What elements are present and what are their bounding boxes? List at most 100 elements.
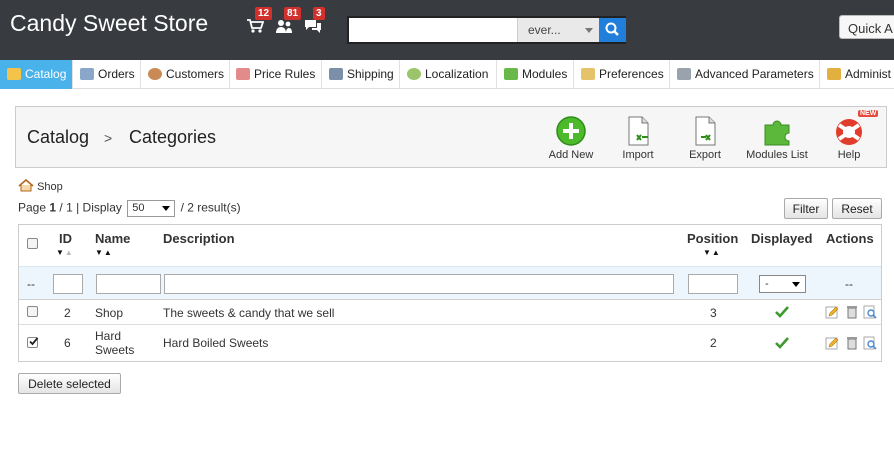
- customers-notification[interactable]: 81: [275, 7, 302, 36]
- export-button[interactable]: Export: [670, 115, 740, 165]
- messages-notification[interactable]: 3: [304, 7, 326, 36]
- nav-localization[interactable]: Localization: [400, 60, 497, 89]
- messages-badge: 3: [313, 7, 325, 20]
- import-label: Import: [622, 149, 654, 161]
- user-icon: [148, 68, 162, 80]
- cart-icon: [247, 19, 264, 33]
- sort-arrows-icon[interactable]: ▼▲: [56, 248, 74, 257]
- filter-row: -- - --: [19, 266, 881, 300]
- help-button[interactable]: NEW Help: [814, 110, 884, 165]
- sort-arrows-icon[interactable]: ▼▲: [95, 248, 113, 257]
- customers-icon: [276, 20, 292, 33]
- breadcrumb-separator: >: [104, 130, 113, 146]
- page-title: Categories: [129, 127, 217, 147]
- search-input[interactable]: [349, 18, 517, 42]
- filter-description-input[interactable]: [164, 274, 674, 294]
- filter-displayed-value: -: [765, 278, 769, 290]
- filter-dash: --: [27, 277, 35, 291]
- add-new-button[interactable]: Add New: [536, 115, 606, 165]
- chevron-down-icon: [162, 206, 171, 211]
- quick-access-button[interactable]: Quick A: [839, 15, 894, 39]
- customers-badge: 81: [284, 7, 302, 20]
- edit-icon[interactable]: [825, 336, 839, 350]
- row-id: 6: [64, 336, 71, 350]
- orders-notification[interactable]: 12: [246, 7, 273, 36]
- column-header-id: ID: [59, 231, 72, 246]
- nav-shipping[interactable]: Shipping: [322, 60, 400, 89]
- column-header-position: Position: [687, 231, 739, 246]
- row-description: The sweets & candy that we sell: [163, 306, 335, 320]
- pager: Page 1 / 1 | Display 50 / 2 result(s): [18, 200, 241, 217]
- edit-icon[interactable]: [825, 305, 839, 319]
- nav-label: Preferences: [599, 67, 664, 81]
- modules-list-button[interactable]: Modules List: [742, 115, 812, 165]
- modules-list-label: Modules List: [746, 149, 808, 161]
- search-button[interactable]: [599, 18, 626, 42]
- cart-icon: [80, 68, 94, 80]
- filter-position-input[interactable]: [688, 274, 738, 294]
- nav-label: Price Rules: [254, 67, 316, 81]
- current-page: 1: [49, 200, 57, 215]
- nav-modules[interactable]: Modules: [497, 60, 574, 89]
- reset-button[interactable]: Reset: [832, 198, 882, 219]
- nav-price-rules[interactable]: Price Rules: [230, 60, 322, 89]
- sort-arrows-icon[interactable]: ▼▲: [703, 248, 721, 257]
- check-icon[interactable]: [775, 305, 789, 319]
- globe-icon: [407, 68, 421, 80]
- nav-advanced-parameters[interactable]: Advanced Parameters: [670, 60, 820, 89]
- export-icon: [695, 116, 716, 146]
- nav-label: Catalog: [25, 67, 67, 81]
- delete-icon[interactable]: [845, 336, 859, 350]
- page-toolbar: Catalog > Categories Add New Import Expo…: [15, 106, 887, 168]
- add-new-label: Add New: [548, 149, 594, 161]
- home-icon: [18, 178, 34, 192]
- chevron-down-icon: [585, 28, 593, 33]
- nav-preferences[interactable]: Preferences: [574, 60, 670, 89]
- delete-selected-button[interactable]: Delete selected: [18, 373, 121, 394]
- filter-displayed-select[interactable]: -: [759, 275, 806, 293]
- truck-icon: [329, 68, 343, 80]
- filter-id-input[interactable]: [53, 274, 83, 294]
- table-row[interactable]: 2 Shop The sweets & candy that we sell 3: [19, 300, 881, 325]
- filter-name-input[interactable]: [96, 274, 161, 294]
- search-scope-value: ever...: [528, 23, 561, 37]
- view-icon[interactable]: [863, 305, 877, 319]
- row-checkbox[interactable]: [27, 306, 38, 317]
- search-icon: [605, 22, 619, 36]
- nav-label: Customers: [166, 67, 225, 81]
- result-count: / 2 result(s): [180, 200, 241, 215]
- lifebuoy-icon: [836, 119, 862, 145]
- per-page-value: 50: [132, 202, 145, 214]
- shop-name[interactable]: Candy Sweet Store: [10, 10, 208, 37]
- select-all-checkbox[interactable]: [27, 238, 38, 249]
- main-nav: Catalog Orders Customers Price Rules Shi…: [0, 60, 894, 89]
- nav-label: Advanced Parameters: [695, 67, 814, 81]
- search-scope-select[interactable]: ever...: [517, 18, 599, 42]
- categories-table: ID ▼▲ Name ▼▲ Description Position ▼▲ Di…: [18, 224, 882, 362]
- check-icon[interactable]: [775, 336, 789, 350]
- nav-catalog[interactable]: Catalog: [0, 60, 73, 89]
- nav-label: Modules: [522, 67, 568, 81]
- column-header-description: Description: [163, 231, 235, 246]
- key-icon: [827, 68, 841, 80]
- filter-button[interactable]: Filter: [784, 198, 828, 219]
- row-name: Shop: [95, 306, 124, 320]
- display-label: | Display: [76, 200, 122, 215]
- row-name: Hard Sweets: [95, 329, 135, 357]
- nav-label: Orders: [98, 67, 135, 81]
- nav-orders[interactable]: Orders: [73, 60, 141, 89]
- nav-customers[interactable]: Customers: [141, 60, 230, 89]
- import-button[interactable]: Import: [603, 115, 673, 165]
- total-pages: / 1: [59, 200, 73, 215]
- price-tag-icon: [236, 68, 250, 80]
- view-icon[interactable]: [863, 336, 877, 350]
- nav-administration[interactable]: Administ: [820, 60, 894, 89]
- per-page-select[interactable]: 50: [127, 200, 176, 217]
- delete-icon[interactable]: [845, 305, 859, 319]
- nav-label: Localization: [425, 67, 489, 81]
- shop-crumb[interactable]: Shop: [18, 178, 63, 193]
- column-header-name: Name: [95, 231, 131, 246]
- row-id: 2: [64, 306, 71, 320]
- import-icon: [628, 116, 649, 146]
- table-row[interactable]: 6 Hard Sweets Hard Boiled Sweets 2: [19, 325, 881, 361]
